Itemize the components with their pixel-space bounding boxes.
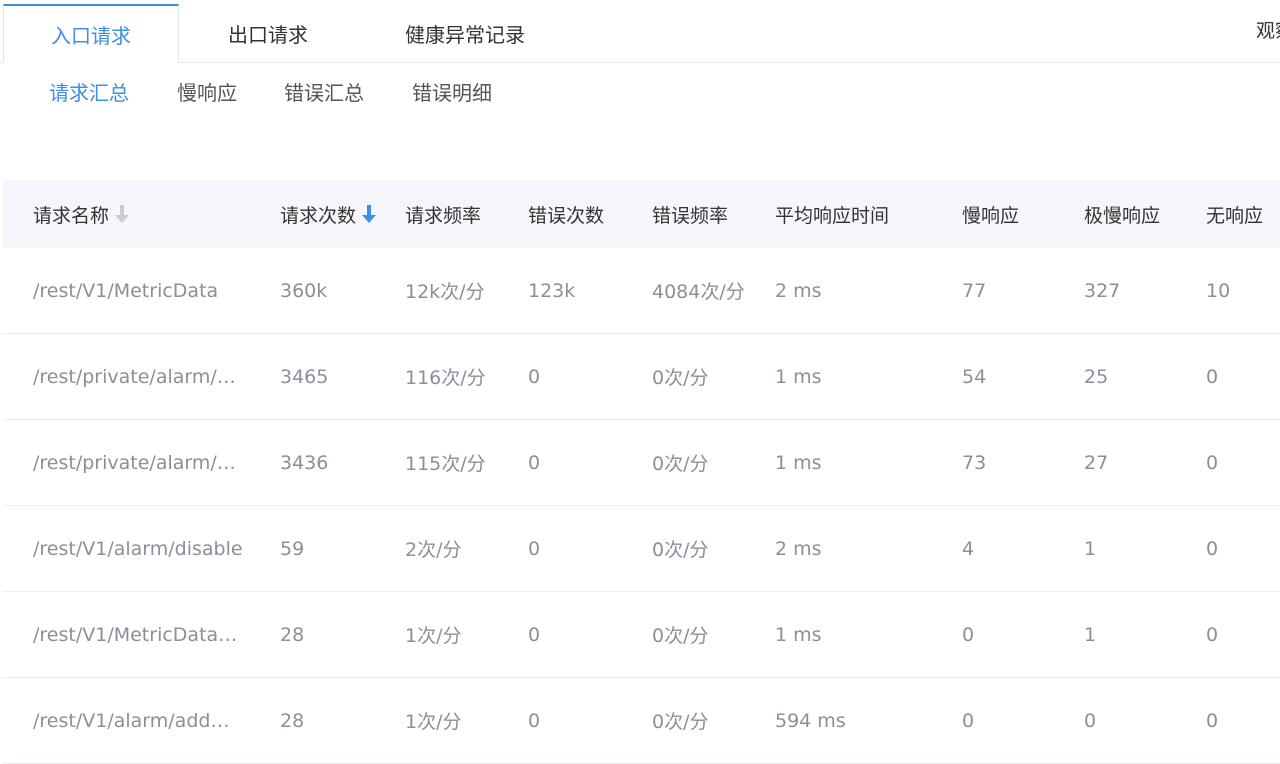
cell-error-rate: 0次/分 [652, 711, 709, 733]
column-header-request-rate[interactable]: 请求频率 [405, 180, 481, 248]
tab-label: 健康异常记录 [405, 22, 525, 47]
cell-request-count: 28 [280, 709, 305, 732]
cell-request-name[interactable]: /rest/V1/MetricData… [33, 592, 237, 677]
table-row[interactable]: /rest/private/alarm/… 3465 116次/分 0 0次/分 1 ms… [3, 334, 1280, 420]
cell-slow-response: 77 [962, 279, 987, 302]
table-row[interactable]: /rest/V1/MetricData 360k 12k次/分 123k 4084次/分… [3, 248, 1280, 334]
cell-no-response: 0 [1206, 709, 1219, 732]
cell-no-response: 10 [1206, 279, 1231, 302]
cell-request-name[interactable]: /rest/V1/alarm/add… [33, 678, 229, 763]
top-tab-bar: 入口请求 出口请求 健康异常记录 观察 [0, 0, 1280, 63]
cell-error-rate: 0次/分 [652, 625, 709, 647]
cell-request-rate: 1次/分 [405, 625, 462, 647]
cell-very-slow-response: 1 [1084, 537, 1097, 560]
cell-error-count: 0 [528, 365, 541, 388]
cell-avg-response-time: 2 ms [775, 279, 822, 302]
subtab-error-summary[interactable]: 错误汇总 [284, 77, 364, 106]
cell-slow-response: 54 [962, 365, 987, 388]
cell-no-response: 0 [1206, 623, 1219, 646]
column-header-error-count[interactable]: 错误次数 [528, 180, 604, 248]
column-header-request-name[interactable]: 请求名称 [33, 180, 130, 248]
tab-inbound-requests[interactable]: 入口请求 [3, 4, 179, 63]
cell-error-rate: 4084次/分 [652, 281, 745, 303]
cell-request-name[interactable]: /rest/private/alarm/… [33, 420, 236, 505]
cell-very-slow-response: 1 [1084, 623, 1097, 646]
cell-request-rate: 2次/分 [405, 539, 462, 561]
cell-slow-response: 0 [962, 709, 975, 732]
cell-request-name[interactable]: /rest/V1/MetricData [33, 248, 218, 333]
cell-request-count: 28 [280, 623, 305, 646]
cell-very-slow-response: 25 [1084, 365, 1109, 388]
tab-health-exception-log[interactable]: 健康异常记录 [370, 4, 560, 62]
cell-request-rate: 116次/分 [405, 367, 486, 389]
cell-request-count: 3436 [280, 451, 329, 474]
cell-error-count: 0 [528, 451, 541, 474]
cell-avg-response-time: 1 ms [775, 451, 822, 474]
cell-avg-response-time: 2 ms [775, 537, 822, 560]
sort-arrow-down-icon[interactable] [362, 204, 377, 224]
cell-request-count: 360k [280, 279, 328, 302]
column-header-error-rate[interactable]: 错误频率 [652, 180, 728, 248]
cell-request-name[interactable]: /rest/V1/alarm/disable [33, 506, 243, 591]
column-header-no-response[interactable]: 无响应 [1206, 180, 1263, 248]
cell-no-response: 0 [1206, 451, 1219, 474]
tab-label: 出口请求 [228, 22, 308, 47]
column-header-request-count[interactable]: 请求次数 [280, 180, 377, 248]
subtab-slow-response[interactable]: 慢响应 [177, 77, 237, 106]
cell-error-rate: 0次/分 [652, 453, 709, 475]
cell-request-rate: 1次/分 [405, 711, 462, 733]
cell-error-rate: 0次/分 [652, 367, 709, 389]
cell-avg-response-time: 1 ms [775, 623, 822, 646]
sort-arrow-down-icon[interactable] [115, 204, 130, 224]
cell-error-count: 123k [528, 279, 576, 302]
cell-error-count: 0 [528, 537, 541, 560]
table-row[interactable]: /rest/V1/alarm/disable 59 2次/分 0 0次/分 2 ms 4 1 0 [3, 506, 1280, 592]
cell-slow-response: 4 [962, 537, 975, 560]
cell-request-rate: 12k次/分 [405, 281, 485, 303]
cell-request-name[interactable]: /rest/private/alarm/… [33, 334, 236, 419]
table-body: /rest/V1/MetricData 360k 12k次/分 123k 4084次/分… [3, 248, 1280, 764]
cell-avg-response-time: 1 ms [775, 365, 822, 388]
subtab-error-detail[interactable]: 错误明细 [412, 77, 492, 106]
observe-link-truncated[interactable]: 观察 [1256, 16, 1280, 43]
cell-error-count: 0 [528, 709, 541, 732]
cell-error-rate: 0次/分 [652, 539, 709, 561]
table-row[interactable]: /rest/private/alarm/… 3436 115次/分 0 0次/分 1 ms… [3, 420, 1280, 506]
cell-error-count: 0 [528, 623, 541, 646]
cell-slow-response: 0 [962, 623, 975, 646]
cell-very-slow-response: 327 [1084, 279, 1121, 302]
column-header-avg-response-time[interactable]: 平均响应时间 [775, 180, 889, 248]
cell-no-response: 0 [1206, 365, 1219, 388]
table-header: 请求名称 请求次数 请求频率 错误次数 错误频率 平均响应时间 慢响应 极慢响应… [3, 180, 1280, 248]
cell-request-count: 59 [280, 537, 305, 560]
table-row[interactable]: /rest/V1/alarm/add… 28 1次/分 0 0次/分 594 ms 0 0 0 [3, 678, 1280, 764]
cell-no-response: 0 [1206, 537, 1219, 560]
column-header-slow-response[interactable]: 慢响应 [962, 180, 1019, 248]
tab-outbound-requests[interactable]: 出口请求 [180, 4, 356, 62]
tab-label: 入口请求 [51, 23, 131, 48]
cell-very-slow-response: 27 [1084, 451, 1109, 474]
cell-slow-response: 73 [962, 451, 987, 474]
cell-request-count: 3465 [280, 365, 329, 388]
cell-request-rate: 115次/分 [405, 453, 486, 475]
request-table: 请求名称 请求次数 请求频率 错误次数 错误频率 平均响应时间 慢响应 极慢响应… [3, 180, 1280, 764]
cell-very-slow-response: 0 [1084, 709, 1097, 732]
column-header-very-slow-response[interactable]: 极慢响应 [1084, 180, 1160, 248]
cell-avg-response-time: 594 ms [775, 709, 846, 732]
subtab-request-summary[interactable]: 请求汇总 [49, 77, 129, 106]
table-row[interactable]: /rest/V1/MetricData… 28 1次/分 0 0次/分 1 ms 0 1 0 [3, 592, 1280, 678]
